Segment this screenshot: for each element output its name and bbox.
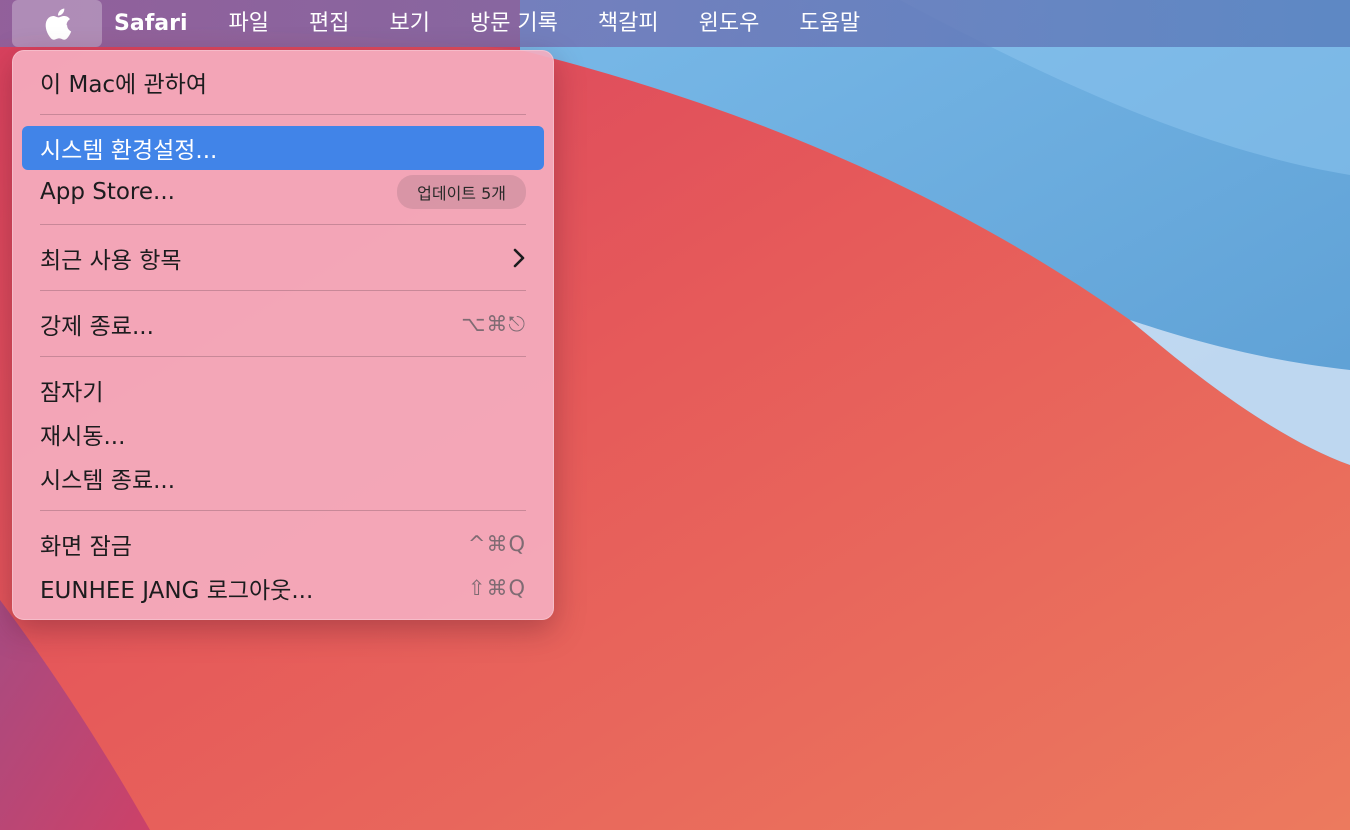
menu-item-label: 시스템 환경설정... [40, 138, 218, 164]
menu-bar: Safari 파일 편집 보기 방문 기록 책갈피 윈도우 도움말 [0, 0, 1350, 47]
chevron-right-icon [513, 248, 525, 268]
menu-item-force-quit[interactable]: 강제 종료... ⌥⌘⎋ [22, 302, 544, 346]
menubar-app-safari[interactable]: Safari [102, 0, 209, 47]
updates-badge: 업데이트 5개 [397, 175, 526, 209]
menu-item-system-preferences[interactable]: 시스템 환경설정... [22, 126, 544, 170]
menubar-edit[interactable]: 편집 [289, 0, 369, 47]
menu-item-recent-items[interactable]: 최근 사용 항목 [22, 236, 544, 280]
menu-separator [40, 290, 526, 291]
menu-item-label: 시스템 종료... [40, 468, 176, 494]
apple-menu-dropdown: 이 Mac에 관하여 시스템 환경설정... App Store... 업데이트… [12, 50, 554, 620]
menu-item-label: 최근 사용 항목 [40, 248, 182, 274]
menu-item-label: 화면 잠금 [40, 534, 132, 560]
menubar-history[interactable]: 방문 기록 [450, 0, 578, 47]
menu-item-label: 강제 종료... [40, 314, 154, 340]
apple-menu-button[interactable] [12, 0, 102, 47]
menu-item-shut-down[interactable]: 시스템 종료... [22, 456, 544, 500]
menu-separator [40, 356, 526, 357]
log-out-shortcut: ⇧⌘Q [467, 576, 526, 600]
menu-item-about-this-mac[interactable]: 이 Mac에 관하여 [22, 60, 544, 104]
menu-item-label: 이 Mac에 관하여 [40, 72, 208, 98]
menubar-help[interactable]: 도움말 [779, 0, 880, 47]
menu-item-log-out[interactable]: EUNHEE JANG 로그아웃... ⇧⌘Q [22, 566, 544, 610]
menu-item-app-store[interactable]: App Store... 업데이트 5개 [22, 170, 544, 214]
menubar-file[interactable]: 파일 [209, 0, 289, 47]
force-quit-shortcut: ⌥⌘⎋ [461, 311, 526, 336]
menubar-bookmarks[interactable]: 책갈피 [578, 0, 679, 47]
apple-logo-icon [45, 8, 72, 40]
menu-separator [40, 224, 526, 225]
menubar-view[interactable]: 보기 [369, 0, 449, 47]
menu-item-label: 재시동... [40, 424, 126, 450]
menu-item-label: App Store... [40, 179, 175, 205]
menubar-window[interactable]: 윈도우 [679, 0, 780, 47]
menu-item-label: EUNHEE JANG 로그아웃... [40, 578, 314, 604]
menu-item-sleep[interactable]: 잠자기 [22, 368, 544, 412]
menu-item-label: 잠자기 [40, 380, 104, 406]
menu-separator [40, 510, 526, 511]
menu-item-restart[interactable]: 재시동... [22, 412, 544, 456]
menu-separator [40, 114, 526, 115]
lock-screen-shortcut: ^⌘Q [467, 532, 526, 556]
menu-item-lock-screen[interactable]: 화면 잠금 ^⌘Q [22, 522, 544, 566]
